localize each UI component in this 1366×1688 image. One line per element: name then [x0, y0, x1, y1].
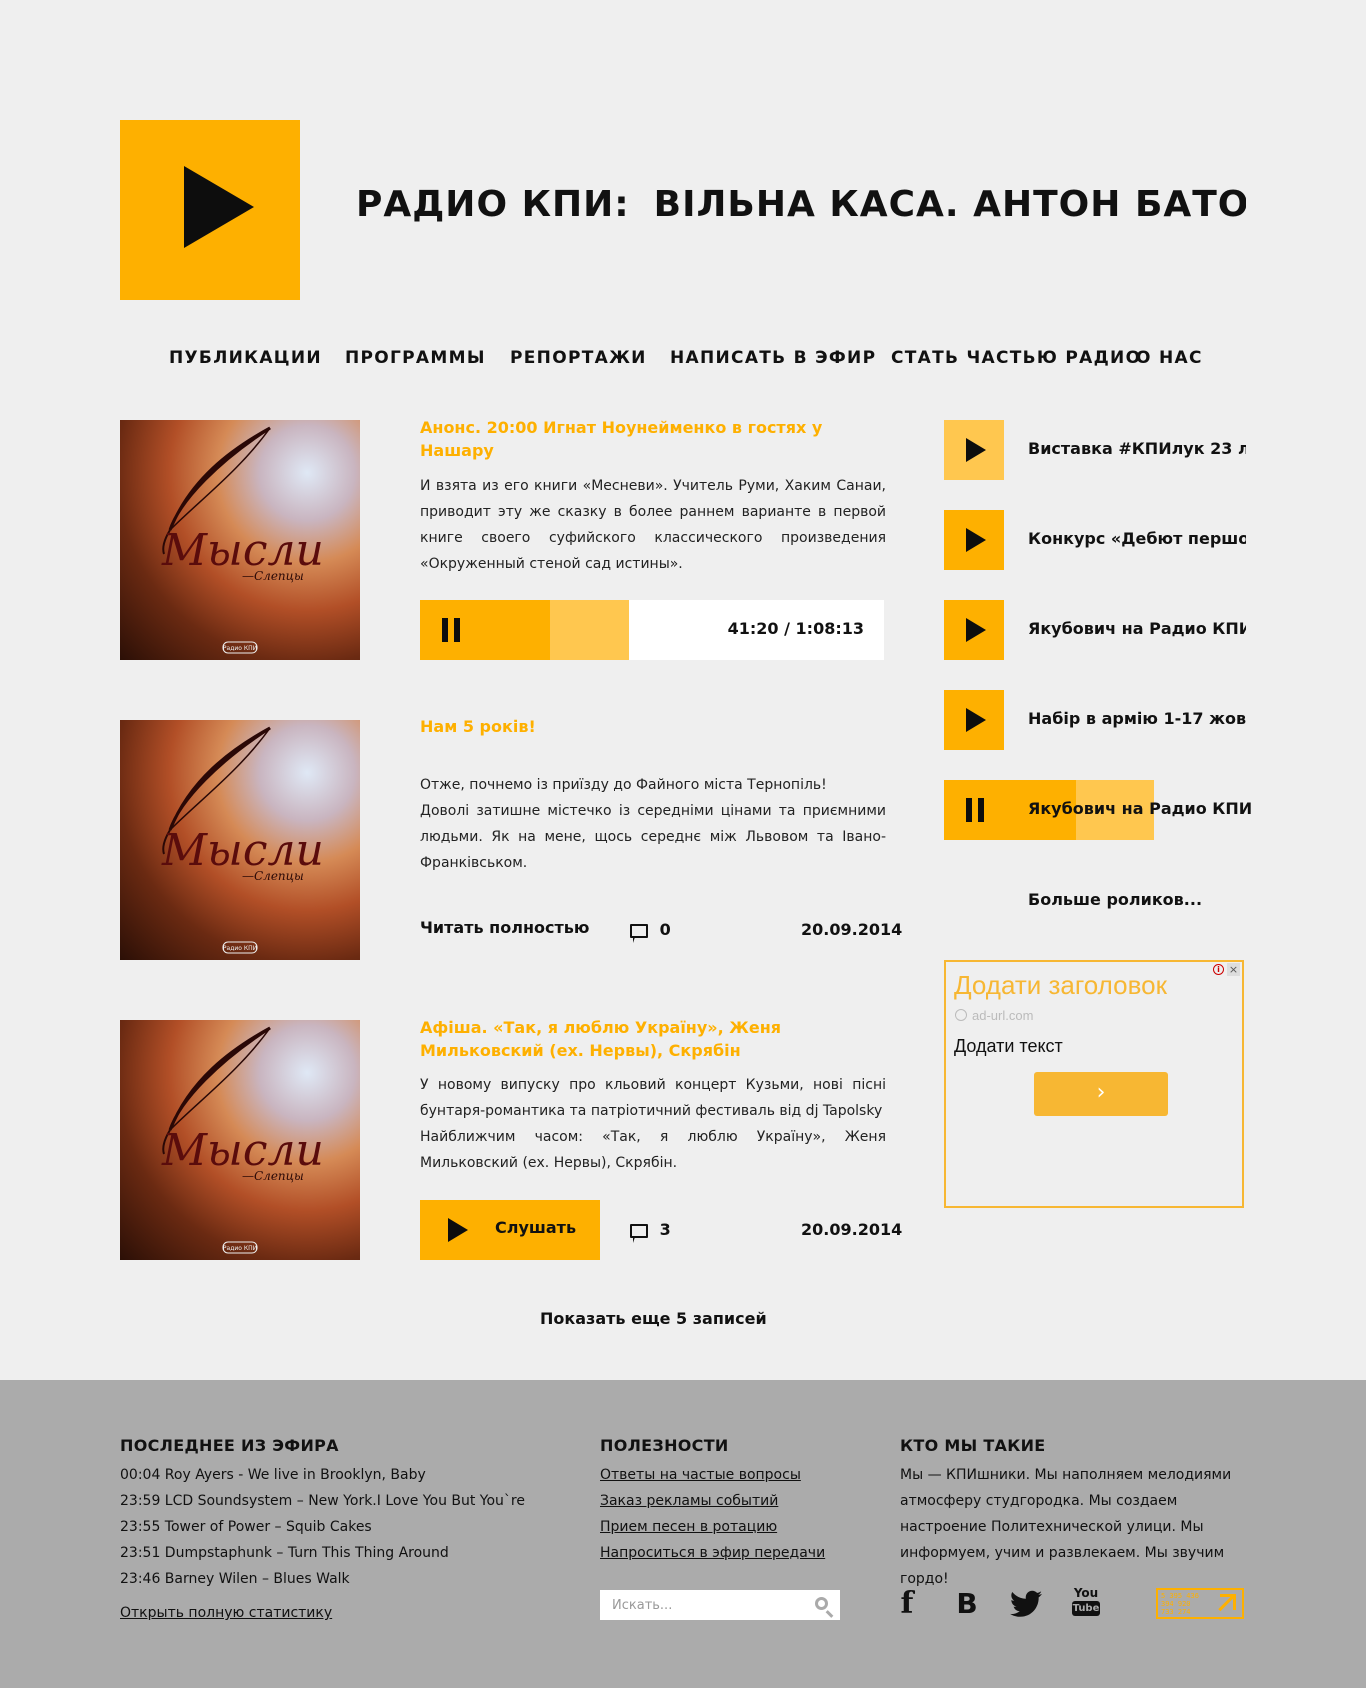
- useful-link[interactable]: Ответы на частые вопросы: [600, 1462, 825, 1488]
- listen-button[interactable]: Слушать: [420, 1200, 600, 1260]
- post-excerpt-line2: Найближчим часом: «Так, я люблю Україну»…: [420, 1129, 886, 1171]
- globe-icon: [955, 1009, 967, 1021]
- nav-item-programs[interactable]: ПРОГРАММЫ: [345, 348, 486, 368]
- post-excerpt-line2: Доволі затишне містечко із середніми цін…: [420, 803, 886, 871]
- sidebar-clip[interactable]: Набір в армію 1-17 жовтня: [944, 690, 1246, 750]
- svg-text:Радио КПИ: Радио КПИ: [223, 1245, 257, 1252]
- nav-item-write-to-air[interactable]: НАПИСАТЬ В ЭФИР: [670, 348, 876, 368]
- clip-title[interactable]: Набір в армію 1-17 жовтня: [1028, 709, 1246, 728]
- play-icon: [448, 1218, 468, 1242]
- clip-play-button[interactable]: [944, 510, 1004, 570]
- play-icon: [966, 708, 986, 732]
- youtube-icon[interactable]: You Tube: [1072, 1586, 1100, 1618]
- pause-icon[interactable]: [442, 618, 460, 642]
- main-nav: ПУБЛИКАЦИИ ПРОГРАММЫ РЕПОРТАЖИ НАПИСАТЬ …: [120, 348, 1246, 372]
- more-clips-link[interactable]: Больше роликов...: [1028, 890, 1202, 909]
- clip-title[interactable]: Якубович на Радио КПИ: [1028, 799, 1252, 818]
- station-label: РАДИО КПИ:: [356, 184, 630, 225]
- track-item: 00:04 Roy Ayers - We live in Brooklyn, B…: [120, 1467, 426, 1483]
- clip-title[interactable]: Якубович на Радио КПИ: [1028, 619, 1246, 638]
- sidebar-clip[interactable]: Конкурс «Дебют першокурсника»: [944, 510, 1246, 570]
- footer-about-heading: КТО МЫ ТАКИЕ: [900, 1436, 1046, 1455]
- about-text: Мы — КПИшники. Мы наполняем мелодиями ат…: [900, 1467, 1232, 1587]
- read-more-link[interactable]: Читать полностью: [420, 918, 589, 937]
- svg-text:Радио КПИ: Радио КПИ: [223, 945, 257, 952]
- useful-links-list: Ответы на частые вопросы Заказ рекламы с…: [600, 1462, 825, 1566]
- search-input[interactable]: [600, 1590, 800, 1620]
- useful-link[interactable]: Прием песен в ротацию: [600, 1514, 825, 1540]
- sidebar-clip[interactable]: Якубович на Радио КПИ: [944, 600, 1246, 660]
- comment-icon: [630, 1223, 648, 1243]
- twitter-icon[interactable]: [1010, 1590, 1042, 1618]
- post-date: 20.09.2014: [801, 1220, 903, 1239]
- audio-player[interactable]: 41:20 / 1:08:13: [420, 600, 884, 660]
- nav-item-join-radio[interactable]: СТАТЬ ЧАСТЬЮ РАДИО: [891, 348, 1141, 368]
- ad-text: Додати текст: [954, 1036, 1063, 1056]
- post-title[interactable]: Нам 5 років!: [420, 715, 886, 738]
- play-button[interactable]: [120, 120, 300, 300]
- ad-block[interactable]: i × Додати заголовок ad-url.com Додати т…: [944, 960, 1244, 1208]
- post-excerpt-line1: У новому випуску про кльовий концерт Куз…: [420, 1077, 886, 1119]
- search-box: [600, 1590, 840, 1620]
- post-date: 20.09.2014: [801, 920, 903, 939]
- clip-play-button[interactable]: [944, 420, 1004, 480]
- facebook-icon[interactable]: f: [892, 1588, 922, 1620]
- post-title[interactable]: Анонс. 20:00 Игнат Ноунейменко в гостях …: [420, 416, 886, 462]
- clip-play-button[interactable]: [944, 600, 1004, 660]
- play-icon: [184, 166, 254, 248]
- post-cover-image[interactable]: Мысли —Слепцы Радио КПИ: [120, 1020, 360, 1260]
- svg-text:—Слепцы: —Слепцы: [242, 869, 304, 883]
- clip-play-button[interactable]: [944, 690, 1004, 750]
- useful-link[interactable]: Заказ рекламы событий: [600, 1488, 825, 1514]
- counter-digits: 5 395 436 394 920 733 274: [1161, 1592, 1199, 1616]
- now-playing-title: ВІЛЬНА КАСА. АНТОН БАТОН З МІСТА: [653, 184, 1246, 225]
- nav-item-reports[interactable]: РЕПОРТАЖИ: [510, 348, 647, 368]
- track-item: 23:46 Barney Wilen – Blues Walk: [120, 1571, 350, 1587]
- pause-icon[interactable]: [966, 798, 984, 822]
- player-time: 41:20 / 1:08:13: [727, 619, 864, 638]
- post-excerpt-line1: Отже, почнемо із приїзду до Файного міст…: [420, 777, 827, 793]
- comment-icon: [630, 923, 648, 943]
- play-icon: [966, 618, 986, 642]
- footer-broadcast-heading: ПОСЛЕДНЕЕ ИЗ ЭФИРА: [120, 1436, 339, 1455]
- svg-text:Радио КПИ: Радио КПИ: [223, 645, 257, 652]
- track-item: 23:51 Dumpstaphunk – Turn This Thing Aro…: [120, 1545, 449, 1561]
- vk-icon[interactable]: B: [952, 1588, 982, 1620]
- comments-count[interactable]: 0: [630, 920, 671, 943]
- visit-counter[interactable]: 5 395 436 394 920 733 274: [1156, 1588, 1244, 1619]
- arrow-icon: [1220, 1594, 1236, 1610]
- player-buffered-fill: [550, 600, 629, 660]
- comments-count[interactable]: 3: [630, 1220, 671, 1243]
- ad-url[interactable]: ad-url.com: [972, 1008, 1033, 1023]
- show-more-button[interactable]: Показать еще 5 записей: [540, 1309, 767, 1328]
- footer-useful-heading: ПОЛЕЗНОСТИ: [600, 1436, 729, 1455]
- full-stats-link[interactable]: Открыть полную статистику: [120, 1600, 332, 1626]
- ad-cta-button[interactable]: ›: [1034, 1072, 1168, 1116]
- clip-title[interactable]: Виставка #КПИлук 23 листопада: [1028, 439, 1246, 458]
- nav-item-about[interactable]: О НАС: [1136, 348, 1203, 368]
- track-item: 23:55 Tower of Power – Squib Cakes: [120, 1519, 372, 1535]
- post-title[interactable]: Афіша. «Так, я люблю Україну», Женя Миль…: [420, 1016, 886, 1062]
- recent-tracks-list: 00:04 Roy Ayers - We live in Brooklyn, B…: [120, 1462, 525, 1592]
- ad-title[interactable]: Додати заголовок: [954, 970, 1167, 1001]
- play-icon: [966, 528, 986, 552]
- sidebar-clip-playing[interactable]: Якубович на Радио КПИ: [944, 780, 1252, 840]
- sidebar-clip[interactable]: Виставка #КПИлук 23 листопада: [944, 420, 1246, 480]
- track-item: 23:59 LCD Soundsystem – New York.I Love …: [120, 1493, 525, 1509]
- useful-link[interactable]: Напроситься в эфир передачи: [600, 1540, 825, 1566]
- close-icon[interactable]: ×: [1227, 963, 1240, 976]
- info-icon[interactable]: i: [1213, 964, 1224, 975]
- play-icon: [966, 438, 986, 462]
- search-icon[interactable]: [815, 1597, 828, 1610]
- svg-text:—Слепцы: —Слепцы: [242, 1169, 304, 1183]
- player-progress-fill[interactable]: [420, 600, 550, 660]
- svg-text:—Слепцы: —Слепцы: [242, 569, 304, 583]
- clip-title[interactable]: Конкурс «Дебют першокурсника»: [1028, 529, 1246, 548]
- post-cover-image[interactable]: Мысли —Слепцы Радио КПИ: [120, 720, 360, 960]
- post-cover-image[interactable]: Мысли —Слепцы Радио КПИ: [120, 420, 360, 660]
- now-playing-ticker: РАДИО КПИ: ВІЛЬНА КАСА. АНТОН БАТОН З МІС…: [356, 184, 1246, 236]
- post-excerpt: И взята из его книги «Месневи». Учитель …: [420, 478, 886, 572]
- nav-item-publications[interactable]: ПУБЛИКАЦИИ: [169, 348, 322, 368]
